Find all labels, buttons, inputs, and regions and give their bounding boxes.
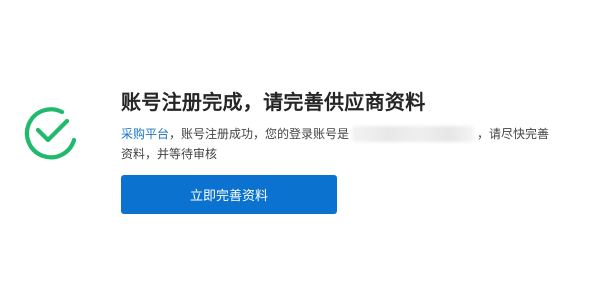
complete-profile-button[interactable]: 立即完善资料 — [121, 175, 337, 214]
registration-result: 账号注册完成，请完善供应商资料 采购平台，账号注册成功，您的登录账号是 ，请尽快完… — [121, 88, 591, 164]
registration-message: 采购平台，账号注册成功，您的登录账号是 ，请尽快完善资料，并等待审核 — [121, 124, 561, 164]
login-account-masked — [352, 126, 475, 142]
message-text-before-account: ，账号注册成功，您的登录账号是 — [169, 127, 350, 141]
check-circle-icon — [24, 97, 80, 163]
procurement-platform-link[interactable]: 采购平台 — [121, 127, 169, 141]
page-title: 账号注册完成，请完善供应商资料 — [121, 90, 426, 114]
